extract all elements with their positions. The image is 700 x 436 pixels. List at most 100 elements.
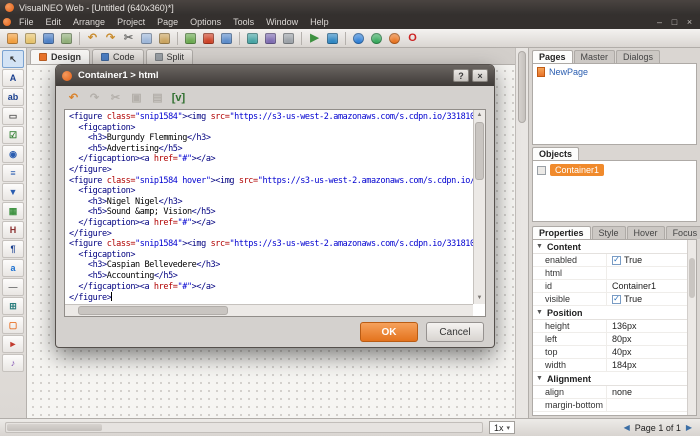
scroll-up-icon[interactable]: ▲ <box>474 110 485 121</box>
property-value[interactable]: none <box>607 387 696 397</box>
tab-split[interactable]: Split <box>145 49 194 64</box>
publish-icon[interactable] <box>324 30 341 46</box>
heading-tool-button[interactable]: H <box>2 221 24 239</box>
property-value[interactable]: ✓ True <box>607 255 696 265</box>
minimize-button[interactable]: – <box>654 17 665 27</box>
align-icon[interactable] <box>262 30 279 46</box>
code-editor-text[interactable]: <figure class="snip1584"><img src="https… <box>65 110 473 304</box>
add-page-icon[interactable] <box>182 30 199 46</box>
run-preview-icon[interactable]: ▶ <box>306 30 323 46</box>
property-value[interactable]: 80px <box>607 334 696 344</box>
cancel-button[interactable]: Cancel <box>426 322 484 342</box>
paste-icon[interactable] <box>156 30 173 46</box>
properties-tab-style[interactable]: Style <box>591 226 626 239</box>
pages-tab-master[interactable]: Master <box>573 50 616 63</box>
code-horizontal-scrollbar-thumb[interactable] <box>78 306 228 315</box>
tab-code[interactable]: Code <box>92 49 144 64</box>
label-tool-button[interactable]: A <box>2 69 24 87</box>
properties-tab-focus[interactable]: Focus <box>665 226 700 239</box>
property-section-position[interactable]: ▼ Position <box>533 306 696 320</box>
image-tool-button[interactable]: ▦ <box>2 202 24 220</box>
maximize-button[interactable]: □ <box>669 17 680 27</box>
code-vertical-scrollbar[interactable]: ▲ ▼ <box>473 110 485 304</box>
insert-object-icon[interactable] <box>244 30 261 46</box>
menu-edit[interactable]: Edit <box>40 17 68 27</box>
menu-window[interactable]: Window <box>260 17 304 27</box>
copy-icon[interactable] <box>138 30 155 46</box>
checkbox-checked-icon[interactable]: ✓ <box>612 294 621 304</box>
menu-arrange[interactable]: Arrange <box>67 17 111 27</box>
import-icon[interactable] <box>58 30 75 46</box>
paragraph-tool-button[interactable]: ¶ <box>2 240 24 258</box>
textbox-tool-button[interactable]: ab <box>2 88 24 106</box>
pointer-tool-button[interactable]: ↖ <box>2 50 24 68</box>
redo-icon[interactable]: ↷ <box>102 30 119 46</box>
dialog-titlebar[interactable]: Container1 > html ? × <box>56 65 494 86</box>
page-properties-icon[interactable] <box>218 30 235 46</box>
next-page-button[interactable]: ▶ <box>686 423 692 432</box>
paste-icon[interactable]: ▤ <box>149 89 166 106</box>
redo-icon[interactable]: ↷ <box>86 89 103 106</box>
page-item[interactable]: NewPage <box>533 64 696 80</box>
combobox-tool-button[interactable]: ▼ <box>2 183 24 201</box>
prev-page-button[interactable]: ◀ <box>624 423 630 432</box>
objects-tab[interactable]: Objects <box>532 147 580 160</box>
property-value[interactable]: 40px <box>607 347 696 357</box>
pages-tab-dialogs[interactable]: Dialogs <box>616 50 661 63</box>
button-tool-button[interactable]: ▭ <box>2 107 24 125</box>
canvas-vertical-scrollbar[interactable] <box>515 48 528 418</box>
tab-design[interactable]: Design <box>30 49 91 64</box>
menu-file[interactable]: File <box>13 17 40 27</box>
browser-ie-icon[interactable] <box>350 30 367 46</box>
copy-icon[interactable]: ▣ <box>128 89 145 106</box>
checkbox-tool-button[interactable]: ☑ <box>2 126 24 144</box>
undo-icon[interactable]: ↶ <box>84 30 101 46</box>
code-editor[interactable]: <figure class="snip1584"><img src="https… <box>64 109 486 317</box>
menu-project[interactable]: Project <box>111 17 151 27</box>
open-project-icon[interactable] <box>22 30 39 46</box>
listbox-tool-button[interactable]: ≡ <box>2 164 24 182</box>
canvas-vertical-scrollbar-thumb[interactable] <box>518 51 526 123</box>
menu-options[interactable]: Options <box>184 17 227 27</box>
checkbox-checked-icon[interactable]: ✓ <box>612 255 621 265</box>
menu-tools[interactable]: Tools <box>227 17 260 27</box>
dialog-close-button[interactable]: × <box>472 69 488 82</box>
properties-tab-properties[interactable]: Properties <box>532 226 591 239</box>
property-section-content[interactable]: ▼ Content <box>533 240 696 254</box>
menu-page[interactable]: Page <box>151 17 184 27</box>
properties-scrollbar-thumb[interactable] <box>689 258 695 298</box>
property-value[interactable]: Container1 <box>607 281 696 291</box>
canvas-horizontal-scrollbar-thumb[interactable] <box>7 424 102 431</box>
container-tool-button[interactable]: ▢ <box>2 316 24 334</box>
hr-tool-button[interactable]: — <box>2 278 24 296</box>
property-section-alignment[interactable]: ▼ Alignment <box>533 372 696 386</box>
browser-chrome-icon[interactable] <box>368 30 385 46</box>
canvas-horizontal-scrollbar[interactable] <box>5 422 483 433</box>
audio-tool-button[interactable]: ♪ <box>2 354 24 372</box>
new-project-icon[interactable] <box>4 30 21 46</box>
cut-icon[interactable]: ✂ <box>120 30 137 46</box>
code-vertical-scrollbar-thumb[interactable] <box>475 122 484 180</box>
code-horizontal-scrollbar[interactable] <box>65 304 473 316</box>
video-tool-button[interactable]: ► <box>2 335 24 353</box>
cut-icon[interactable]: ✂ <box>107 89 124 106</box>
scroll-down-icon[interactable]: ▼ <box>474 293 485 304</box>
radio-tool-button[interactable]: ◉ <box>2 145 24 163</box>
undo-icon[interactable]: ↶ <box>65 89 82 106</box>
grid-icon[interactable] <box>280 30 297 46</box>
properties-scrollbar[interactable] <box>687 240 696 415</box>
delete-page-icon[interactable] <box>200 30 217 46</box>
ok-button[interactable]: OK <box>360 322 418 342</box>
close-button[interactable]: × <box>684 17 695 27</box>
dialog-help-button[interactable]: ? <box>453 69 469 82</box>
object-item[interactable]: Container1 <box>533 161 696 179</box>
menu-help[interactable]: Help <box>304 17 335 27</box>
property-value[interactable]: ✓ True <box>607 294 696 304</box>
link-tool-button[interactable]: a <box>2 259 24 277</box>
save-project-icon[interactable] <box>40 30 57 46</box>
pages-tab-pages[interactable]: Pages <box>532 50 573 63</box>
table-tool-button[interactable]: ⊞ <box>2 297 24 315</box>
property-value[interactable]: 184px <box>607 360 696 370</box>
property-value[interactable]: 136px <box>607 321 696 331</box>
browser-opera-icon[interactable]: O <box>404 30 421 46</box>
